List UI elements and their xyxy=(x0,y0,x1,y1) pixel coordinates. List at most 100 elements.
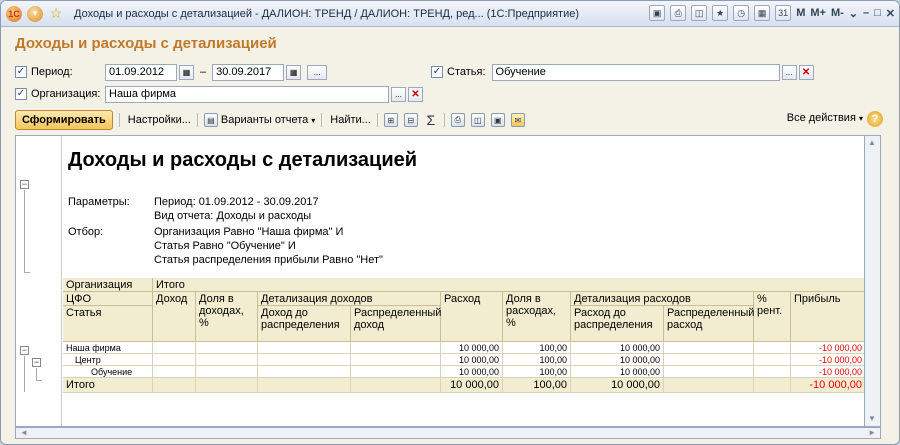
org-checkbox[interactable]: ✓ xyxy=(15,88,27,100)
header-profit: Прибыль xyxy=(791,292,864,342)
settings-button[interactable]: Настройки... xyxy=(128,114,191,126)
print-icon[interactable]: ⎙ xyxy=(670,5,687,21)
toolbar-separator xyxy=(321,113,323,127)
table-cell xyxy=(351,342,441,354)
header-cfo: ЦФО xyxy=(63,292,153,306)
params-label: Параметры: xyxy=(68,196,130,208)
report-toolbar: Сформировать Настройки... ▤ Варианты отч… xyxy=(15,109,885,131)
period-dash: – xyxy=(200,66,207,78)
header-income-before: Доход до распределения xyxy=(258,306,351,342)
filter-line: Организация Равно "Наша фирма" И xyxy=(154,226,344,238)
send-mail-icon[interactable]: ✉ xyxy=(510,113,525,127)
window-title: Доходы и расходы с детализацией - ДАЛИОН… xyxy=(74,7,579,20)
group-line xyxy=(36,380,42,381)
table-cell xyxy=(258,366,351,378)
scroll-down-icon[interactable]: ▼ xyxy=(868,414,876,423)
group-line xyxy=(24,190,25,272)
expand-groups-icon[interactable]: ⊞ xyxy=(383,113,398,127)
memory-plus-button[interactable]: M+ xyxy=(810,7,826,19)
collapse-groups-icon[interactable]: ⊟ xyxy=(403,113,418,127)
header-total: Итого xyxy=(153,278,864,292)
table-cell xyxy=(754,354,791,366)
table-cell xyxy=(351,354,441,366)
period-to-input[interactable]: 30.09.2017 xyxy=(212,63,285,81)
header-article: Статья xyxy=(63,306,153,342)
group-line xyxy=(24,356,25,392)
param-line: Период: 01.09.2012 - 30.09.2017 xyxy=(154,196,319,208)
collapse-cfo-icon[interactable]: − xyxy=(32,358,41,367)
calendar-from-icon[interactable]: ▦ xyxy=(179,64,194,80)
article-checkbox[interactable]: ✓ xyxy=(431,66,443,78)
history-icon[interactable]: ◷ xyxy=(733,5,750,21)
scroll-left-icon[interactable]: ◄ xyxy=(20,428,28,437)
collapse-header-icon[interactable]: − xyxy=(20,180,29,189)
table-cell-expense: 10 000,00 xyxy=(441,342,503,354)
table-cell xyxy=(196,354,258,366)
sum-icon[interactable]: Σ xyxy=(424,112,438,128)
total-expense-share: 100,00 xyxy=(503,378,571,393)
form-title: Доходы и расходы с детализацией xyxy=(15,35,277,52)
memory-button[interactable]: M xyxy=(796,7,805,19)
print-report-icon[interactable]: ⎙ xyxy=(450,113,465,127)
save-icon[interactable]: ▣ xyxy=(649,5,666,21)
table-cell-profit: -10 000,00 xyxy=(791,354,864,366)
help-icon[interactable]: ? xyxy=(867,111,883,127)
vertical-scrollbar[interactable]: ▲ ▼ xyxy=(865,135,881,427)
toolbar-separator xyxy=(196,113,198,127)
save-report-icon[interactable]: ▣ xyxy=(490,113,505,127)
horizontal-scrollbar[interactable]: ◄ ► xyxy=(15,427,881,439)
maximize-icon[interactable]: □ xyxy=(874,7,881,19)
group-line xyxy=(24,272,30,273)
report-spreadsheet[interactable]: − − − Доходы и расходы с детализацией Па… xyxy=(15,135,865,427)
main-menu-icon[interactable]: ▾ xyxy=(27,5,43,22)
minimize-icon[interactable]: – xyxy=(863,7,869,19)
table-cell-expense-before: 10 000,00 xyxy=(571,366,664,378)
variants-button[interactable]: Варианты отчета ▾ xyxy=(221,114,315,126)
article-input[interactable]: Обучение xyxy=(491,63,780,81)
find-button[interactable]: Найти... xyxy=(330,114,371,126)
calendar-to-icon[interactable]: ▦ xyxy=(286,64,302,80)
app-window: 1С ▾ ☆ Доходы и расходы с детализацией -… xyxy=(0,0,900,445)
table-cell-expense-share: 100,00 xyxy=(503,354,571,366)
table-cell xyxy=(196,378,258,393)
article-clear-icon[interactable]: ✕ xyxy=(798,64,814,80)
header-income-dist: Распределенный доход xyxy=(351,306,441,342)
table-row-name: Обучение xyxy=(63,366,153,378)
favorite-star-icon[interactable]: ☆ xyxy=(48,5,64,22)
variants-label: Варианты отчета xyxy=(220,114,309,126)
table-row-name: Центр xyxy=(63,354,153,366)
table-cell xyxy=(351,366,441,378)
report-title: Доходы и расходы с детализацией xyxy=(68,149,418,171)
table-cell-expense: 10 000,00 xyxy=(441,354,503,366)
period-select-button[interactable]: ... xyxy=(307,64,328,80)
org-clear-icon[interactable]: ✕ xyxy=(408,86,423,102)
memory-minus-button[interactable]: M- xyxy=(831,7,844,19)
table-cell xyxy=(153,354,196,366)
preview-report-icon[interactable]: ◫ xyxy=(470,113,485,127)
period-from-input[interactable]: 01.09.2012 xyxy=(105,63,177,81)
table-cell xyxy=(153,366,196,378)
dropdown-icon[interactable]: ⌄ xyxy=(849,7,858,20)
scroll-up-icon[interactable]: ▲ xyxy=(868,138,876,147)
scroll-right-icon[interactable]: ► xyxy=(868,428,876,437)
collapse-org-icon[interactable]: − xyxy=(20,346,29,355)
header-expense-before: Расход до распределения xyxy=(571,306,664,342)
generate-button[interactable]: Сформировать xyxy=(15,110,113,130)
table-cell xyxy=(196,342,258,354)
article-select-button[interactable]: ... xyxy=(781,64,797,80)
toolbar-separator xyxy=(118,113,120,127)
period-checkbox[interactable]: ✓ xyxy=(15,66,27,78)
close-icon[interactable]: ✕ xyxy=(886,7,895,20)
calendar-icon[interactable]: 31 xyxy=(775,5,792,21)
calculator-icon[interactable]: ▦ xyxy=(754,5,771,21)
all-actions-button[interactable]: Все действия ▾ xyxy=(787,112,863,124)
org-input[interactable]: Наша фирма xyxy=(105,85,389,103)
favorites-icon[interactable]: ★ xyxy=(712,5,729,21)
app-logo-icon[interactable]: 1С xyxy=(6,5,22,22)
filter-line: Статья распределения прибыли Равно "Нет" xyxy=(154,254,383,266)
table-cell-profit: -10 000,00 xyxy=(791,366,864,378)
table-cell xyxy=(754,378,791,393)
group-line xyxy=(36,368,37,380)
preview-icon[interactable]: ◫ xyxy=(691,5,708,21)
org-select-button[interactable]: ... xyxy=(391,86,406,102)
